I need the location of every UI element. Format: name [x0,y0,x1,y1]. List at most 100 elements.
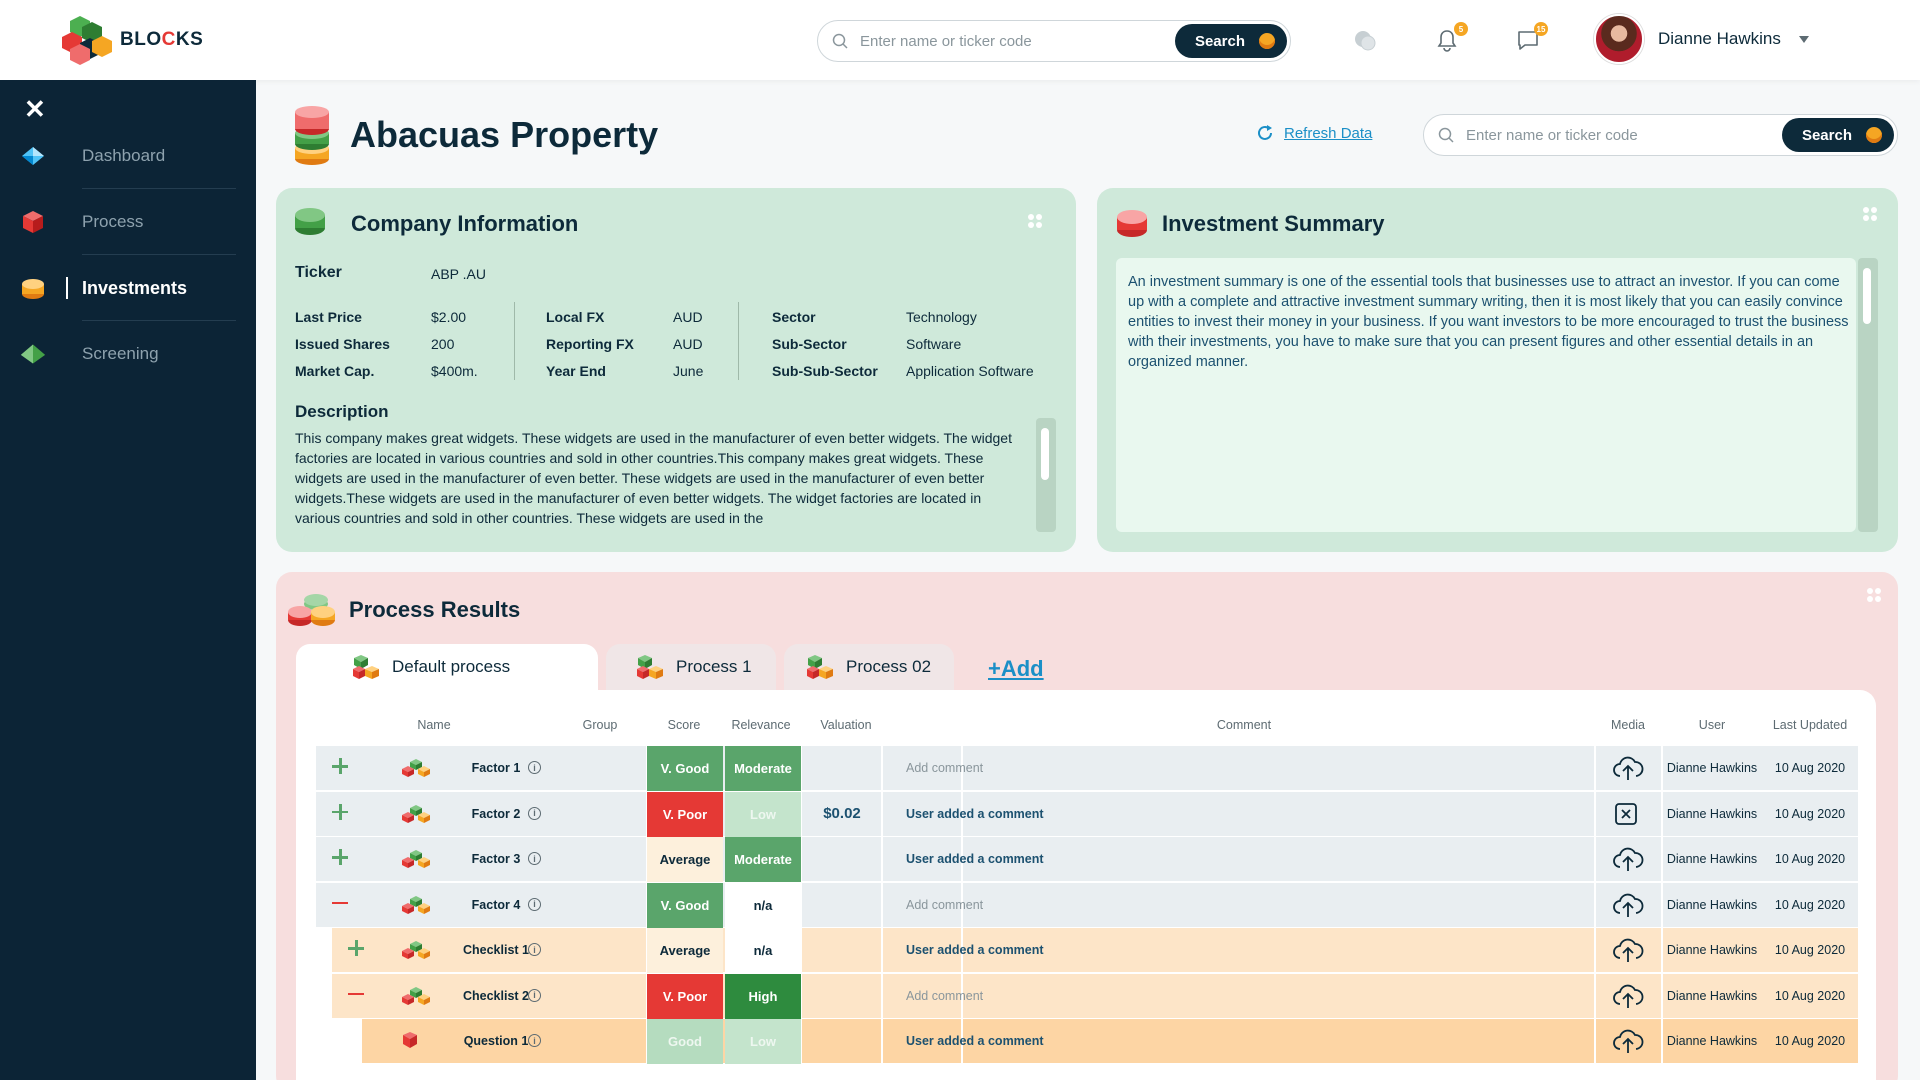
tab-default-process[interactable]: Default process [296,644,598,690]
row-last-updated: 10 Aug 2020 [1774,1034,1846,1048]
info-icon[interactable]: i [528,943,541,956]
messages-button[interactable]: 15 [1516,22,1548,54]
cubes-icon [402,758,430,783]
row-comment[interactable]: User added a comment [906,1019,1546,1063]
year-end-value: June [673,363,704,379]
row-last-updated: 10 Aug 2020 [1774,761,1846,775]
expand-icon[interactable] [346,938,366,958]
info-icon[interactable]: i [528,897,541,911]
row-comment[interactable]: User added a comment [906,837,1546,881]
cubes-icon [636,654,664,680]
reporting-fx-value: AUD [673,336,703,352]
notifications-badge: 5 [1454,22,1468,36]
relevance-badge: High [725,973,801,1019]
column-header-relevance[interactable]: Relevance [723,718,799,732]
upload-icon[interactable] [1612,845,1644,873]
sidebar-item-investments[interactable]: Investments [0,255,256,321]
row-comment[interactable]: Add comment [906,974,1546,1018]
tab-process-1[interactable]: Process 1 [606,644,776,690]
sidebar-item-label: Dashboard [82,146,166,165]
scrollbar-thumb[interactable] [1041,428,1049,480]
column-separator [881,928,883,972]
header-search-input[interactable] [860,31,1130,51]
sidebar-item-process[interactable]: Process [0,189,256,255]
logo[interactable]: BLOCKS [62,14,203,66]
close-box-icon[interactable] [1612,800,1642,828]
info-icon[interactable]: i [528,1034,541,1047]
info-icon[interactable]: i [528,988,541,1002]
description-scrollbar[interactable] [1036,418,1056,532]
column-header-valuation[interactable]: Valuation [806,718,886,732]
drag-handle-icon[interactable] [1028,214,1042,228]
column-header-score[interactable]: Score [646,718,722,732]
row-last-updated: 10 Aug 2020 [1774,988,1846,1003]
row-user: Dianne Hawkins [1666,852,1758,866]
chat-bubbles-icon[interactable] [1352,28,1378,54]
sidebar-item-dashboard[interactable]: Dashboard [0,123,256,189]
investment-summary-textbox[interactable]: An investment summary is one of the esse… [1116,258,1856,532]
add-process-button[interactable]: +Add [988,656,1044,682]
row-comment[interactable]: Add comment [906,746,1546,790]
column-separator [1594,746,1596,790]
row-valuation [803,974,881,1018]
upload-icon[interactable] [1612,982,1644,1010]
upload-icon[interactable] [1612,891,1644,919]
cubes-icon [402,1031,418,1054]
user-menu[interactable]: Dianne Hawkins [1594,14,1809,64]
info-icon[interactable]: i [528,852,541,865]
tab-process-02[interactable]: Process 02 [784,644,954,690]
upload-icon[interactable] [1612,754,1644,782]
score-badge: V. Poor [647,973,723,1019]
table-row: Factor 3iFinancialAverageModerateUser ad… [316,837,1858,882]
score-badge: Average [647,837,723,882]
row-valuation [803,837,881,881]
collapse-icon[interactable] [346,984,366,1004]
row-comment[interactable]: User added a comment [906,928,1546,972]
row-comment[interactable]: Add comment [906,883,1546,927]
column-header-comment[interactable]: Comment [1164,718,1324,732]
notifications-button[interactable]: 5 [1436,22,1468,54]
header-search-button[interactable]: Search [1174,24,1287,58]
description-title: Description [295,402,389,421]
expand-icon[interactable] [330,802,350,822]
upload-icon[interactable] [1612,1027,1644,1055]
divider [514,302,515,380]
table-row: Checklist 2iOperationalV. PoorHighAdd co… [316,973,1858,1019]
expand-icon[interactable] [330,847,350,867]
column-header-media[interactable]: Media [1598,718,1658,732]
cubes-icon [402,986,430,1011]
drag-handle-icon[interactable] [1867,588,1881,602]
logo-icon [62,16,112,65]
cubes-icon [402,895,430,920]
expand-icon[interactable] [330,756,350,776]
table-row: Checklist 1iOperationalAveragen/aUser ad… [316,928,1858,973]
collapse-icon[interactable] [330,893,350,913]
drag-handle-icon[interactable] [1863,207,1877,221]
close-icon[interactable]: ✕ [24,94,46,125]
column-header-group[interactable]: Group [560,718,640,732]
upload-icon[interactable] [1612,936,1644,964]
tab-label: Process 1 [676,657,752,676]
column-header-user[interactable]: User [1662,718,1762,732]
page-search-input[interactable] [1466,125,1736,145]
cubes-icon [352,654,380,680]
scrollbar-thumb[interactable] [1863,268,1871,324]
relevance-badge: Low [725,1019,801,1064]
relevance-badge: Moderate [725,837,801,882]
reporting-fx-label: Reporting FX [546,336,634,352]
row-comment[interactable]: User added a comment [906,792,1546,836]
column-header-last-updated[interactable]: Last Updated [1760,718,1860,732]
row-last-updated: 10 Aug 2020 [1774,852,1846,866]
coin-icon [1866,127,1882,143]
info-icon[interactable]: i [528,761,541,774]
refresh-data-link[interactable]: Refresh Data [1256,124,1372,142]
local-fx-label: Local FX [546,309,605,325]
investment-scrollbar[interactable] [1858,258,1878,532]
info-icon[interactable]: i [528,806,541,820]
column-header-name[interactable]: Name [394,718,474,732]
page-search-button[interactable]: Search [1781,118,1894,152]
sidebar-item-screening[interactable]: Screening [0,321,256,387]
coin-stack-icon [22,279,44,299]
user-name: Dianne Hawkins [1658,29,1781,48]
sidebar-item-label: Process [82,212,144,231]
